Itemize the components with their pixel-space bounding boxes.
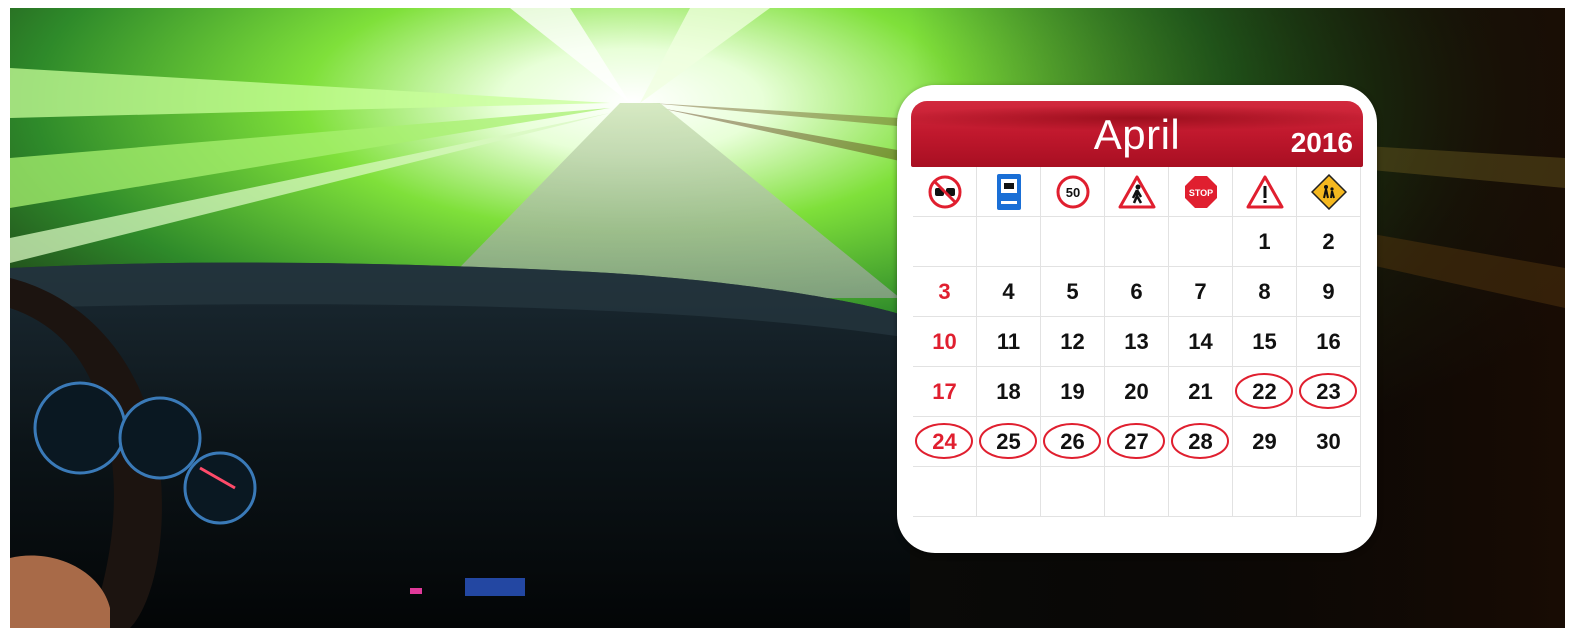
calendar-day-number: 12 xyxy=(1060,328,1085,354)
calendar-day-number: 26 xyxy=(1060,428,1085,454)
calendar-empty-cell xyxy=(1297,467,1361,517)
calendar-day: 24 xyxy=(913,417,977,467)
calendar-day-number: 11 xyxy=(996,328,1021,354)
calendar-day-number: 5 xyxy=(1066,278,1079,304)
calendar-day: 12 xyxy=(1041,317,1105,367)
calendar-day: 2 xyxy=(1297,217,1361,267)
calendar-day-number: 15 xyxy=(1252,328,1277,354)
calendar-empty-cell xyxy=(1105,467,1169,517)
calendar-empty-cell xyxy=(1105,217,1169,267)
calendar-day: 29 xyxy=(1233,417,1297,467)
calendar-day-number: 1 xyxy=(1258,228,1271,254)
calendar-empty-cell xyxy=(1169,467,1233,517)
calendar-day-number: 2 xyxy=(1322,228,1335,254)
calendar-day-number: 3 xyxy=(938,278,951,304)
calendar-day: 13 xyxy=(1105,317,1169,367)
calendar-day-number: 14 xyxy=(1188,328,1213,354)
calendar-day-number: 22 xyxy=(1252,378,1277,404)
calendar-day-number: 24 xyxy=(932,428,957,454)
calendar-empty-cell xyxy=(913,467,977,517)
calendar-day: 16 xyxy=(1297,317,1361,367)
calendar-day-number: 20 xyxy=(1124,378,1149,404)
calendar-day: 19 xyxy=(1041,367,1105,417)
calendar-day-number: 7 xyxy=(1194,278,1207,304)
calendar-day: 25 xyxy=(977,417,1041,467)
calendar-day-number: 16 xyxy=(1316,328,1341,354)
calendar-day: 7 xyxy=(1169,267,1233,317)
calendar-day-number: 27 xyxy=(1124,428,1149,454)
calendar-header: April 2016 xyxy=(911,101,1363,167)
calendar-day: 23 xyxy=(1297,367,1361,417)
calendar-day-number: 18 xyxy=(996,378,1021,404)
stop-sign-icon: STOP xyxy=(1169,167,1233,217)
calendar-day: 15 xyxy=(1233,317,1297,367)
calendar-day: 9 xyxy=(1297,267,1361,317)
svg-text:STOP: STOP xyxy=(1188,188,1212,198)
calendar-day-number: 19 xyxy=(1060,378,1085,404)
calendar-day-number: 8 xyxy=(1258,278,1271,304)
calendar-day: 14 xyxy=(1169,317,1233,367)
calendar-empty-cell xyxy=(913,217,977,267)
speed-limit-sign-icon: 50 xyxy=(1041,167,1105,217)
calendar-day-number: 10 xyxy=(932,328,957,354)
svg-text:50: 50 xyxy=(1065,185,1079,200)
calendar-day: 10 xyxy=(913,317,977,367)
calendar-day-number: 30 xyxy=(1316,428,1341,454)
calendar-day: 4 xyxy=(977,267,1041,317)
calendar-day: 1 xyxy=(1233,217,1297,267)
pedestrian-crossing-sign-icon xyxy=(1105,167,1169,217)
calendar-day: 3 xyxy=(913,267,977,317)
calendar-year: 2016 xyxy=(1290,127,1353,158)
calendar-empty-cell xyxy=(977,217,1041,267)
bus-stop-sign-icon xyxy=(977,167,1041,217)
calendar-day-number: 29 xyxy=(1252,428,1277,454)
calendar-day-number: 9 xyxy=(1322,278,1335,304)
calendar-day: 21 xyxy=(1169,367,1233,417)
warning-sign-icon xyxy=(1233,167,1297,217)
calendar-day: 17 xyxy=(913,367,977,417)
calendar-day-number: 21 xyxy=(1188,378,1213,404)
calendar-day: 30 xyxy=(1297,417,1361,467)
calendar-day-number: 17 xyxy=(932,378,957,404)
calendar-empty-cell xyxy=(977,467,1041,517)
calendar-day: 26 xyxy=(1041,417,1105,467)
calendar-day: 8 xyxy=(1233,267,1297,317)
calendar-day-number: 6 xyxy=(1130,278,1143,304)
no-overtaking-sign-icon xyxy=(913,167,977,217)
calendar-day-number: 23 xyxy=(1316,378,1341,404)
calendar-day: 11 xyxy=(977,317,1041,367)
calendar-day-number: 28 xyxy=(1188,428,1213,454)
calendar-day: 27 xyxy=(1105,417,1169,467)
calendar-day: 20 xyxy=(1105,367,1169,417)
calendar-day-number: 13 xyxy=(1124,328,1149,354)
calendar-grid: 50 STOP 1 2 3 4 5 6 7 8 9 10 11 12 13 14 15 16 17 18 19 20 2… xyxy=(913,167,1363,529)
calendar-day-number: 25 xyxy=(996,428,1021,454)
calendar-empty-cell xyxy=(1041,217,1105,267)
calendar-card: April 2016 50 STOP 1 2 3 4 5 6 7 8 9 10 11 12 13 14 15… xyxy=(897,85,1377,553)
calendar-empty-cell xyxy=(1041,467,1105,517)
calendar-empty-cell xyxy=(1169,217,1233,267)
calendar-day: 6 xyxy=(1105,267,1169,317)
calendar-day: 5 xyxy=(1041,267,1105,317)
calendar-day: 18 xyxy=(977,367,1041,417)
calendar-day: 22 xyxy=(1233,367,1297,417)
children-crossing-sign-icon xyxy=(1297,167,1361,217)
calendar-day-number: 4 xyxy=(1002,278,1015,304)
calendar-day: 28 xyxy=(1169,417,1233,467)
calendar-empty-cell xyxy=(1233,467,1297,517)
